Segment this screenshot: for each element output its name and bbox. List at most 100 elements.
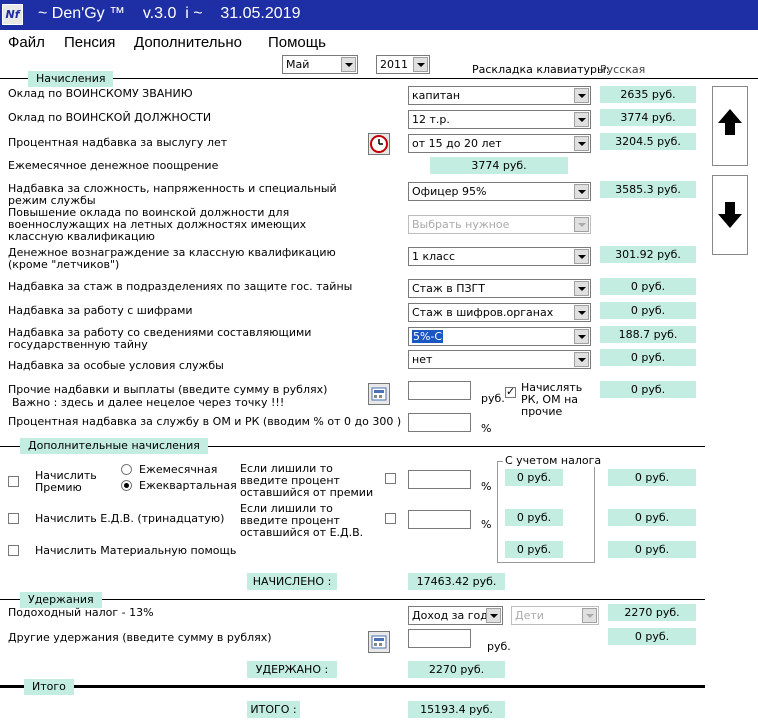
quarterly-radio[interactable] — [121, 480, 132, 491]
qualification-select[interactable]: 1 класс — [408, 247, 591, 266]
special-conditions-select[interactable]: нет — [408, 350, 591, 369]
month-select[interactable]: Май — [282, 55, 358, 74]
window-title: ~ Den'Gy ™ v.3.0 i ~ 31.05.2019 — [38, 5, 301, 22]
row-label: Оклад по ВОИНСКОЙ ДОЛЖНОСТИ — [8, 111, 212, 124]
qualification-value: 301.92 руб. — [600, 246, 696, 263]
complexity-bonus-value: 3585.3 руб. — [600, 181, 696, 198]
percent-unit: % — [481, 518, 492, 531]
chevron-down-icon[interactable] — [574, 112, 589, 127]
year-select[interactable]: 2011 — [376, 55, 430, 74]
accrued-label: НАЧИСЛЕНО : — [247, 573, 337, 590]
calculator-icon — [371, 387, 387, 401]
row-label: Надбавка за работу с шифрами — [8, 304, 193, 317]
tax-group-label: С учетом налога — [503, 454, 604, 467]
chevron-down-icon[interactable] — [574, 249, 589, 264]
bonus-checkbox[interactable] — [8, 476, 19, 487]
other-deductions-input[interactable] — [408, 629, 471, 648]
complexity-select[interactable]: Офицер 95% — [408, 182, 591, 201]
bonus-label: Начислить Премию — [35, 469, 97, 494]
other-note: Важно : здесь и далее нецелое через точк… — [12, 396, 285, 409]
chevron-down-icon[interactable] — [582, 608, 597, 623]
bonus-value: 0 руб. — [505, 469, 563, 486]
other-deductions-value: 0 руб. — [608, 628, 696, 645]
secrecy-service-value: 0 руб. — [600, 278, 696, 295]
keyboard-value: Русская — [600, 63, 646, 76]
cipher-select[interactable]: Стаж в шифров.органах — [408, 303, 591, 322]
chevron-down-icon[interactable] — [574, 352, 589, 367]
calculator-icon — [371, 635, 387, 649]
children-select[interactable]: Дети — [511, 606, 599, 625]
menu-bar: Файл Пенсия Дополнительно Помощь — [0, 30, 758, 54]
service-bonus-value: 3204.5 руб. — [600, 133, 696, 150]
edv-percent-input[interactable] — [408, 510, 471, 529]
chevron-down-icon[interactable] — [574, 136, 589, 151]
monthly-incentive-value: 3774 руб. — [430, 157, 568, 174]
chevron-down-icon[interactable] — [574, 329, 589, 344]
edv-percent-checkbox[interactable] — [385, 513, 396, 524]
percent-input[interactable] — [408, 413, 471, 432]
deductions-calc-button[interactable] — [368, 631, 390, 653]
calculate-service-button[interactable] — [368, 133, 390, 155]
aid-checkbox[interactable] — [8, 545, 19, 556]
title-bar: Nf ~ Den'Gy ™ v.3.0 i ~ 31.05.2019 — [0, 0, 758, 30]
menu-additional[interactable]: Дополнительно — [134, 34, 242, 51]
chevron-down-icon[interactable] — [413, 57, 428, 72]
percent-unit: % — [481, 480, 492, 493]
bonus-taxed-value: 0 руб. — [608, 469, 696, 486]
deducted-label: УДЕРЖАНО : — [247, 661, 337, 678]
clock-icon — [370, 135, 388, 153]
edv-checkbox[interactable] — [8, 513, 19, 524]
other-calc-button[interactable] — [368, 383, 390, 405]
keyboard-label: Раскладка клавиатуры: — [472, 63, 610, 76]
row-label: Надбавка за стаж в подразделениях по защ… — [8, 280, 353, 293]
edv-value: 0 руб. — [505, 509, 563, 526]
row-label: Ежемесячное денежное поощрение — [8, 159, 219, 172]
menu-file[interactable]: Файл — [8, 34, 45, 51]
tax-label: Подоходный налог - 13% — [8, 606, 154, 619]
service-years-select[interactable]: от 15 до 20 лет — [408, 134, 591, 153]
menu-help[interactable]: Помощь — [268, 34, 326, 51]
state-secret-value: 188.7 руб. — [600, 326, 696, 343]
chevron-down-icon[interactable] — [574, 305, 589, 320]
other-value: 0 руб. — [600, 381, 696, 398]
deducted-value: 2270 руб. — [408, 661, 505, 678]
rank-select[interactable]: капитан — [408, 86, 591, 105]
bonus-percent-checkbox[interactable] — [385, 473, 396, 484]
secrecy-service-select[interactable]: Стаж в ПЗГТ — [408, 279, 591, 298]
accrue-rk-label: Начислять РК, ОМ на прочие — [521, 381, 583, 418]
row-label: Процентная надбавка за выслугу лет — [8, 136, 228, 149]
rank-salary-value: 2635 руб. — [600, 86, 696, 103]
chevron-down-icon[interactable] — [574, 184, 589, 199]
percent-label: Процентная надбавка за службу в ОМ и РК … — [8, 415, 402, 428]
other-label: Прочие надбавки и выплаты (введите сумму… — [8, 383, 328, 396]
position-select[interactable]: 12 т.р. — [408, 110, 591, 129]
chevron-down-icon[interactable] — [486, 608, 501, 623]
chevron-down-icon[interactable] — [574, 88, 589, 103]
section-additional: Дополнительные начисления — [20, 438, 208, 454]
total-value: 15193.4 руб. — [408, 701, 505, 718]
menu-pension[interactable]: Пенсия — [64, 34, 115, 51]
aid-taxed-value: 0 руб. — [608, 541, 696, 558]
bonus-percent-input[interactable] — [408, 470, 471, 489]
aid-label: Начислить Материальную помощь — [35, 544, 237, 557]
bonus-hint: Если лишили то введите процент оставшийс… — [240, 462, 374, 499]
flight-select[interactable]: Выбрать нужное — [408, 215, 591, 234]
divider — [0, 599, 705, 600]
row-label: Оклад по ВОИНСКОМУ ЗВАНИЮ — [8, 87, 193, 100]
state-secret-select[interactable]: 5%-С — [408, 327, 591, 346]
monthly-radio[interactable] — [121, 464, 132, 475]
special-conditions-value: 0 руб. — [600, 349, 696, 366]
edv-taxed-value: 0 руб. — [608, 509, 696, 526]
row-label: Надбавка за особые условия службы — [8, 359, 224, 372]
chevron-down-icon[interactable] — [341, 57, 356, 72]
other-unit: руб. — [481, 392, 505, 405]
accrue-rk-checkbox[interactable] — [505, 385, 516, 398]
scroll-down-button[interactable] — [712, 175, 748, 255]
scroll-up-button[interactable] — [712, 86, 748, 166]
chevron-down-icon[interactable] — [574, 281, 589, 296]
other-amount-input[interactable] — [408, 381, 471, 400]
section-total: Итого — [24, 679, 74, 695]
arrow-down-icon — [718, 202, 742, 228]
income-year-select[interactable]: Доход за год — [408, 606, 503, 625]
chevron-down-icon[interactable] — [574, 217, 589, 232]
